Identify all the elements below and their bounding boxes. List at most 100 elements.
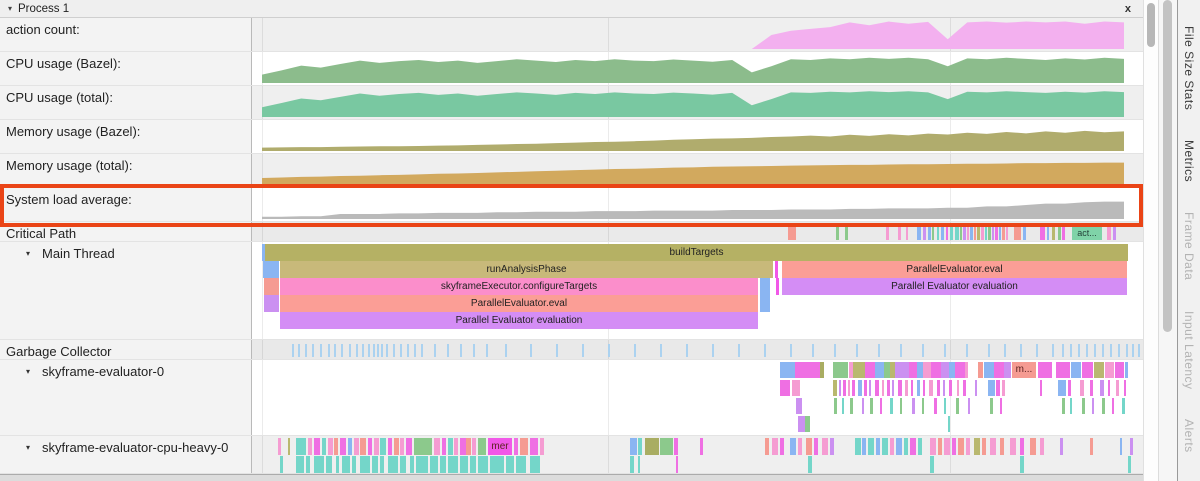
trace-span[interactable] bbox=[1082, 362, 1093, 378]
trace-span[interactable] bbox=[1102, 398, 1105, 414]
trace-span[interactable] bbox=[1058, 226, 1061, 240]
trace-span[interactable] bbox=[886, 226, 889, 240]
trace-span[interactable] bbox=[314, 438, 320, 455]
trace-span[interactable] bbox=[1122, 398, 1125, 414]
trace-span[interactable] bbox=[944, 398, 946, 414]
trace-span[interactable] bbox=[956, 398, 959, 414]
trace-span[interactable] bbox=[1068, 380, 1071, 396]
trace-span[interactable] bbox=[1006, 226, 1008, 240]
trace-span[interactable] bbox=[887, 380, 890, 396]
trace-span[interactable] bbox=[996, 380, 1000, 396]
trace-span[interactable] bbox=[772, 438, 778, 455]
trace-span[interactable] bbox=[917, 380, 920, 396]
trace-span[interactable] bbox=[995, 226, 998, 240]
trace-span[interactable] bbox=[957, 380, 959, 396]
trace-span[interactable] bbox=[368, 438, 372, 455]
trace-span[interactable] bbox=[958, 438, 964, 455]
trace-span[interactable] bbox=[798, 438, 802, 455]
trace-span[interactable] bbox=[674, 438, 678, 455]
trace-span[interactable] bbox=[1116, 380, 1119, 396]
trace-span[interactable] bbox=[876, 438, 880, 455]
trace-span[interactable] bbox=[792, 380, 800, 396]
trace-span[interactable] bbox=[1060, 438, 1063, 455]
trace-span[interactable] bbox=[977, 226, 980, 240]
trace-span-labeled[interactable]: skyframeExecutor.configureTargets bbox=[280, 278, 758, 295]
trace-span[interactable] bbox=[833, 380, 837, 396]
trace-span[interactable] bbox=[923, 380, 925, 396]
close-button[interactable]: x bbox=[1125, 3, 1131, 15]
trace-span[interactable] bbox=[263, 261, 279, 278]
trace-span[interactable] bbox=[1020, 438, 1024, 455]
trace-span[interactable] bbox=[994, 362, 1004, 378]
panel-scrollbar-thumb[interactable] bbox=[1147, 3, 1155, 47]
trace-span[interactable] bbox=[530, 456, 540, 473]
trace-span[interactable] bbox=[910, 438, 916, 455]
trace-span[interactable] bbox=[322, 438, 326, 455]
trace-span[interactable] bbox=[360, 456, 370, 473]
trace-span[interactable] bbox=[1100, 380, 1104, 396]
timeline-cpu-usage-total[interactable] bbox=[252, 86, 1143, 119]
trace-span[interactable] bbox=[264, 278, 279, 295]
trace-span[interactable] bbox=[850, 398, 853, 414]
trace-span[interactable] bbox=[1070, 398, 1072, 414]
trace-span[interactable] bbox=[909, 362, 917, 378]
track-label-skyframe-evaluator-0[interactable]: ▾skyframe-evaluator-0 bbox=[0, 360, 252, 435]
trace-span[interactable] bbox=[406, 438, 412, 455]
trace-span[interactable] bbox=[1038, 362, 1052, 378]
trace-span[interactable] bbox=[963, 226, 966, 240]
trace-span[interactable] bbox=[905, 380, 908, 396]
trace-span[interactable] bbox=[836, 226, 839, 240]
trace-span[interactable] bbox=[454, 438, 458, 455]
trace-span-labeled[interactable]: m... bbox=[1012, 362, 1036, 378]
trace-span[interactable] bbox=[974, 438, 980, 455]
trace-span[interactable] bbox=[814, 438, 818, 455]
trace-span[interactable] bbox=[340, 438, 346, 455]
trace-span[interactable] bbox=[1105, 362, 1114, 378]
collapse-arrow-icon[interactable]: ▾ bbox=[26, 443, 30, 452]
trace-span[interactable] bbox=[1094, 362, 1104, 378]
trace-span[interactable] bbox=[334, 438, 338, 455]
trace-span[interactable] bbox=[660, 438, 673, 455]
trace-span[interactable] bbox=[912, 398, 915, 414]
trace-span[interactable] bbox=[946, 226, 948, 240]
trace-span[interactable] bbox=[820, 362, 824, 378]
trace-span[interactable] bbox=[416, 456, 428, 473]
trace-span[interactable] bbox=[892, 380, 894, 396]
counter-chart-memory-usage-total[interactable] bbox=[262, 157, 1124, 185]
trace-span[interactable] bbox=[288, 438, 290, 455]
trace-span[interactable] bbox=[1058, 380, 1066, 396]
trace-span[interactable] bbox=[990, 438, 996, 455]
trace-span[interactable] bbox=[1092, 398, 1094, 414]
trace-span[interactable] bbox=[955, 362, 965, 378]
trace-span[interactable] bbox=[1010, 438, 1016, 455]
trace-span[interactable] bbox=[988, 380, 995, 396]
trace-span[interactable] bbox=[943, 380, 945, 396]
trace-span-labeled[interactable]: Parallel Evaluator evaluation bbox=[280, 312, 758, 329]
trace-span[interactable] bbox=[834, 398, 837, 414]
trace-span[interactable] bbox=[890, 438, 894, 455]
trace-span[interactable] bbox=[923, 226, 926, 240]
trace-span[interactable] bbox=[843, 380, 846, 396]
trace-span[interactable] bbox=[852, 380, 855, 396]
trace-span[interactable] bbox=[1113, 226, 1116, 240]
trace-span[interactable] bbox=[280, 456, 283, 473]
trace-span[interactable] bbox=[950, 226, 953, 240]
trace-span[interactable] bbox=[932, 226, 934, 240]
trace-span[interactable] bbox=[806, 438, 812, 455]
timeline-critical-path[interactable]: act... bbox=[252, 222, 1143, 241]
trace-span[interactable] bbox=[776, 278, 779, 295]
page-scrollbar[interactable] bbox=[1158, 0, 1177, 481]
trace-span[interactable] bbox=[638, 456, 640, 473]
trace-span[interactable] bbox=[306, 456, 310, 473]
timeline-memory-usage-total[interactable] bbox=[252, 154, 1143, 187]
trace-span[interactable] bbox=[938, 438, 942, 455]
track-label-main-thread[interactable]: ▾Main Thread bbox=[0, 242, 252, 339]
trace-span[interactable] bbox=[974, 226, 976, 240]
trace-span[interactable] bbox=[380, 438, 386, 455]
panel-scrollbar[interactable] bbox=[1143, 0, 1158, 481]
trace-span[interactable] bbox=[790, 438, 796, 455]
tab-file-size-stats[interactable]: File Size Stats bbox=[1182, 26, 1196, 110]
trace-span[interactable] bbox=[1020, 456, 1024, 473]
trace-span[interactable] bbox=[798, 416, 805, 432]
trace-span[interactable] bbox=[918, 438, 922, 455]
